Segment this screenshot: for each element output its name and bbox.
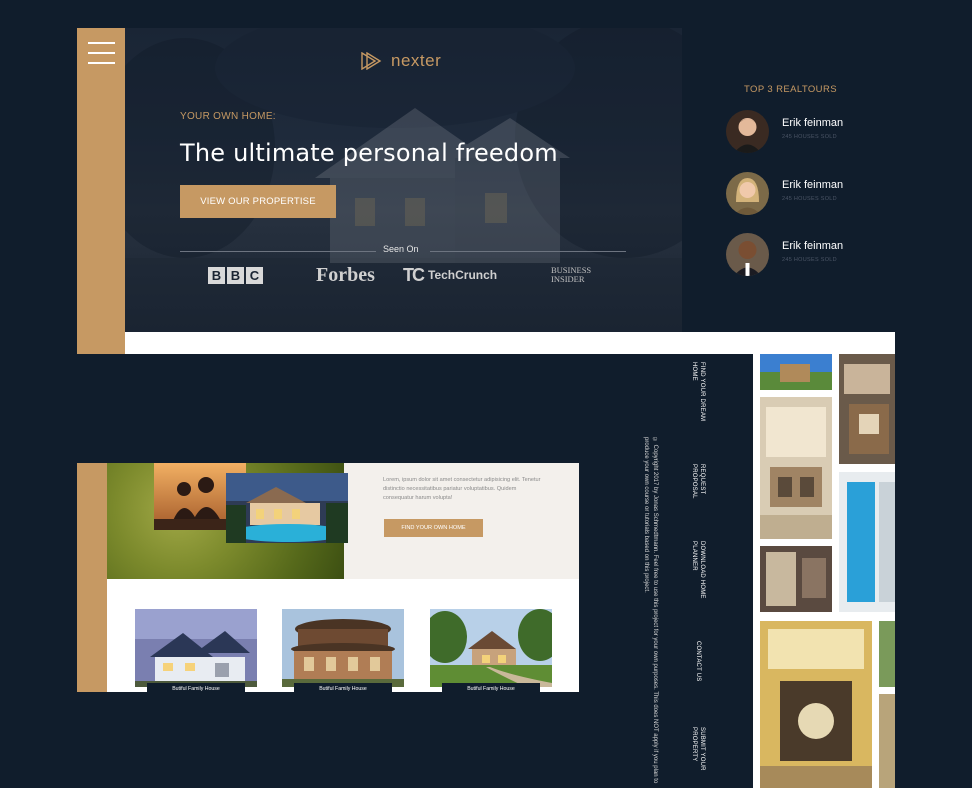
gallery-image <box>879 621 895 687</box>
sidebar-gold <box>77 463 107 692</box>
gallery-image <box>760 397 832 539</box>
hero-title: The ultimate personal freedom <box>180 139 558 167</box>
intro-text: Lorem, ipsum dolor sit amet consectetur … <box>383 477 541 501</box>
avatar <box>726 110 769 153</box>
gallery-image <box>760 621 872 788</box>
property-label: Butiful Family House <box>442 683 540 692</box>
business-insider-line: INSIDER <box>551 274 585 284</box>
hero-bottom-strip <box>125 332 895 354</box>
property-card[interactable]: Butiful Family House <box>135 609 257 692</box>
seen-on-divider-right <box>430 251 626 252</box>
realtor-item[interactable]: Erik feinman 245 HOUSES SOLD <box>726 233 886 277</box>
gallery-image <box>839 354 895 464</box>
features-mockup: Lorem, ipsum dolor sit amet consectetur … <box>77 463 579 692</box>
realtor-item[interactable]: Erik feinman 245 HOUSES SOLD <box>726 172 886 216</box>
nav-find-your-dream-home[interactable]: FIND YOUR DREAM HOME <box>690 362 706 432</box>
screenshot-stage: nexter YOUR OWN HOME: The ultimate perso… <box>0 0 972 788</box>
triangle-play-icon <box>361 52 382 70</box>
gallery-image <box>879 694 895 788</box>
forbes-logo: Forbes <box>316 263 375 286</box>
bbc-letter: B <box>208 266 225 284</box>
pool-house-image <box>226 473 348 543</box>
nav-submit-your-property[interactable]: SUBMIT YOUR PROPERTY <box>690 727 706 788</box>
realtor-name: Erik feinman <box>782 117 844 129</box>
gallery-image <box>839 472 895 612</box>
seen-on-divider-left <box>180 251 376 252</box>
realtor-houses-sold: 245 HOUSES SOLD <box>782 196 837 202</box>
property-label: Butiful Family House <box>147 683 245 692</box>
property-card[interactable]: Butiful Family House <box>430 609 552 692</box>
realtor-houses-sold: 245 HOUSES SOLD <box>782 134 837 140</box>
bbc-letter: B <box>227 266 244 284</box>
realtors-title: TOP 3 REALTOURS <box>744 84 837 95</box>
bbc-logo: B B C <box>208 264 263 286</box>
nav-request-proposal[interactable]: REQUEST PROPOSAL <box>690 464 706 524</box>
realtor-item[interactable]: Erik feinman 245 HOUSES SOLD <box>726 110 886 154</box>
sidebar-gold <box>77 28 125 354</box>
logo[interactable]: nexter <box>361 51 441 71</box>
seen-on-label: Seen On <box>383 244 419 254</box>
bbc-letter: C <box>246 266 263 284</box>
business-insider-logo: BUSINESS INSIDER <box>551 266 591 288</box>
find-your-own-home-button[interactable]: FIND YOUR OWN HOME <box>384 519 483 537</box>
realtor-name: Erik feinman <box>782 240 844 252</box>
property-image <box>135 609 257 687</box>
hero-section <box>125 28 682 332</box>
techcrunch-text: TechCrunch <box>428 268 498 282</box>
nav-download-home-planner[interactable]: DOWNLOAD HOME PLANNER <box>690 541 706 611</box>
avatar <box>726 233 769 276</box>
gallery-image <box>760 354 832 390</box>
realtor-houses-sold: 245 HOUSES SOLD <box>782 257 837 263</box>
avatar <box>726 172 769 215</box>
hamburger-icon[interactable] <box>88 42 115 64</box>
house-silhouette <box>315 108 570 263</box>
realtor-name: Erik feinman <box>782 179 844 191</box>
logo-text: nexter <box>391 51 442 70</box>
property-image <box>430 609 552 687</box>
hero-eyebrow: YOUR OWN HOME: <box>180 111 276 122</box>
techcrunch-icon: TC <box>403 264 425 285</box>
property-image <box>282 609 404 687</box>
copyright-text: © Copyright 2017 by Jonas Schmedtmann. F… <box>643 437 658 784</box>
nav-contact-us[interactable]: CONTACT US <box>694 641 702 691</box>
view-properties-button[interactable]: VIEW OUR PROPERTISE <box>180 185 336 218</box>
gallery-image <box>760 546 832 612</box>
property-card[interactable]: Butiful Family House <box>282 609 404 692</box>
techcrunch-logo: TC TechCrunch <box>403 264 497 286</box>
property-label: Butiful Family House <box>294 683 392 692</box>
